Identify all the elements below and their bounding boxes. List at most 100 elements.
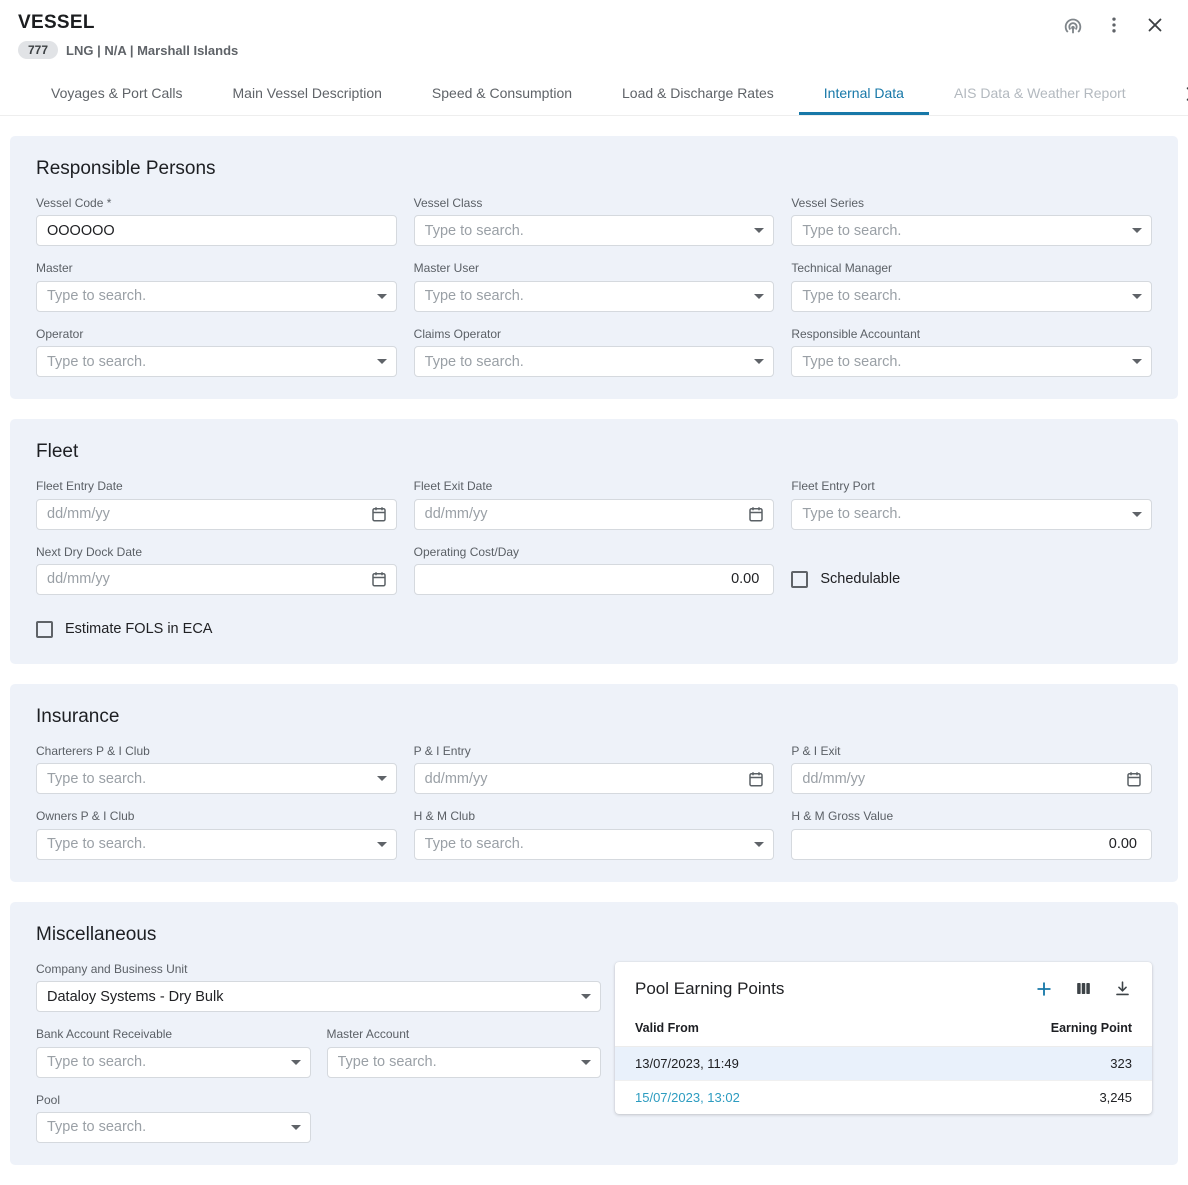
- chevron-down-icon[interactable]: [377, 347, 387, 376]
- master-select[interactable]: [36, 281, 397, 312]
- schedulable-checkbox[interactable]: Schedulable: [791, 571, 1152, 595]
- calendar-icon[interactable]: [370, 500, 388, 529]
- pi-exit-input[interactable]: [792, 764, 1151, 793]
- charterers-pi-club-select[interactable]: [36, 763, 397, 794]
- claims-operator-select[interactable]: [414, 346, 775, 377]
- master-account-input[interactable]: [328, 1048, 601, 1077]
- hm-club-input[interactable]: [415, 830, 774, 859]
- column-valid-from: Valid From: [635, 1021, 699, 1035]
- responsible-accountant-input[interactable]: [792, 347, 1151, 376]
- chevron-down-icon[interactable]: [1132, 347, 1142, 376]
- fleet-exit-date-field[interactable]: [414, 499, 775, 530]
- company-business-unit-select[interactable]: [36, 981, 601, 1012]
- pi-entry-label: P & I Entry: [414, 744, 775, 758]
- pool-label: Pool: [36, 1093, 311, 1107]
- calendar-icon[interactable]: [1125, 764, 1143, 793]
- section-title: Fleet: [26, 441, 1162, 463]
- next-dry-dock-date-input[interactable]: [37, 565, 396, 594]
- technical-manager-input[interactable]: [792, 282, 1151, 311]
- master-account-select[interactable]: [327, 1047, 602, 1078]
- company-business-unit-input[interactable]: [37, 982, 600, 1011]
- chevron-down-icon[interactable]: [377, 764, 387, 793]
- pi-exit-date-field[interactable]: [791, 763, 1152, 794]
- responsible-accountant-select[interactable]: [791, 346, 1152, 377]
- operating-cost-day-input[interactable]: [415, 565, 774, 594]
- tab-main-vessel-description[interactable]: Main Vessel Description: [208, 73, 407, 115]
- valid-from-cell-link[interactable]: 15/07/2023, 13:02: [635, 1090, 740, 1105]
- header-actions: [1062, 14, 1166, 36]
- field-hm-club: H & M Club: [414, 809, 775, 859]
- calendar-icon[interactable]: [747, 764, 765, 793]
- company-business-unit-label: Company and Business Unit: [36, 962, 601, 976]
- fleet-entry-date-field[interactable]: [36, 499, 397, 530]
- chevron-down-icon[interactable]: [1132, 500, 1142, 529]
- wifi-tethering-icon[interactable]: [1062, 14, 1084, 36]
- add-icon[interactable]: [1034, 979, 1054, 999]
- claims-operator-input[interactable]: [415, 347, 774, 376]
- table-row[interactable]: 15/07/2023, 13:02 3,245: [615, 1080, 1152, 1114]
- master-user-select[interactable]: [414, 281, 775, 312]
- pool-input[interactable]: [37, 1113, 310, 1142]
- operator-select[interactable]: [36, 346, 397, 377]
- tab-load-discharge-rates[interactable]: Load & Discharge Rates: [597, 73, 799, 115]
- operator-input[interactable]: [37, 347, 396, 376]
- chevron-right-icon[interactable]: [1176, 73, 1188, 115]
- kebab-menu-icon[interactable]: [1104, 15, 1124, 35]
- chevron-down-icon[interactable]: [291, 1113, 301, 1142]
- section-miscellaneous: Miscellaneous Company and Business Unit …: [10, 902, 1178, 1165]
- owners-pi-club-input[interactable]: [37, 830, 396, 859]
- close-icon[interactable]: [1144, 14, 1166, 36]
- tab-truncated[interactable]: Cor: [1151, 73, 1176, 115]
- download-icon[interactable]: [1113, 979, 1132, 998]
- estimate-fols-in-eca-checkbox[interactable]: Estimate FOLS in ECA: [26, 621, 1162, 638]
- operating-cost-day-field[interactable]: [414, 564, 775, 595]
- fleet-exit-date-input[interactable]: [415, 500, 774, 529]
- table-row[interactable]: 13/07/2023, 11:49 323: [615, 1047, 1152, 1080]
- charterers-pi-club-input[interactable]: [37, 764, 396, 793]
- master-user-input[interactable]: [415, 282, 774, 311]
- responsible-accountant-label: Responsible Accountant: [791, 327, 1152, 341]
- chevron-down-icon[interactable]: [377, 282, 387, 311]
- tab-speed-consumption[interactable]: Speed & Consumption: [407, 73, 597, 115]
- calendar-icon[interactable]: [747, 500, 765, 529]
- vessel-class-input[interactable]: [415, 216, 774, 245]
- owners-pi-club-select[interactable]: [36, 829, 397, 860]
- bank-account-receivable-input[interactable]: [37, 1048, 310, 1077]
- vessel-code-field[interactable]: [36, 215, 397, 246]
- chevron-down-icon[interactable]: [291, 1048, 301, 1077]
- chevron-down-icon[interactable]: [754, 216, 764, 245]
- chevron-down-icon[interactable]: [754, 347, 764, 376]
- hm-gross-value-field[interactable]: [791, 829, 1152, 860]
- bank-account-receivable-label: Bank Account Receivable: [36, 1027, 311, 1041]
- hm-club-select[interactable]: [414, 829, 775, 860]
- chevron-down-icon[interactable]: [581, 1048, 591, 1077]
- fleet-entry-port-input[interactable]: [792, 500, 1151, 529]
- master-input[interactable]: [37, 282, 396, 311]
- vessel-series-select[interactable]: [791, 215, 1152, 246]
- fleet-entry-date-input[interactable]: [37, 500, 396, 529]
- tab-voyages-port-calls[interactable]: Voyages & Port Calls: [26, 73, 208, 115]
- calendar-icon[interactable]: [370, 565, 388, 594]
- tab-ais-data-weather-report[interactable]: AIS Data & Weather Report: [929, 73, 1151, 115]
- next-dry-dock-date-field[interactable]: [36, 564, 397, 595]
- vessel-class-select[interactable]: [414, 215, 775, 246]
- owners-pi-club-label: Owners P & I Club: [36, 809, 397, 823]
- chevron-down-icon[interactable]: [581, 982, 591, 1011]
- vessel-code-input[interactable]: [37, 216, 396, 245]
- vessel-series-input[interactable]: [792, 216, 1151, 245]
- pi-entry-input[interactable]: [415, 764, 774, 793]
- chevron-down-icon[interactable]: [1132, 282, 1142, 311]
- hm-gross-value-input[interactable]: [792, 830, 1151, 859]
- pool-select[interactable]: [36, 1112, 311, 1143]
- table-header: Valid From Earning Point: [615, 1012, 1152, 1047]
- pi-entry-date-field[interactable]: [414, 763, 775, 794]
- fleet-entry-port-select[interactable]: [791, 499, 1152, 530]
- bank-account-receivable-select[interactable]: [36, 1047, 311, 1078]
- technical-manager-select[interactable]: [791, 281, 1152, 312]
- chevron-down-icon[interactable]: [754, 282, 764, 311]
- chevron-down-icon[interactable]: [377, 830, 387, 859]
- columns-icon[interactable]: [1074, 979, 1093, 998]
- tab-internal-data[interactable]: Internal Data: [799, 73, 929, 115]
- chevron-down-icon[interactable]: [1132, 216, 1142, 245]
- chevron-down-icon[interactable]: [754, 830, 764, 859]
